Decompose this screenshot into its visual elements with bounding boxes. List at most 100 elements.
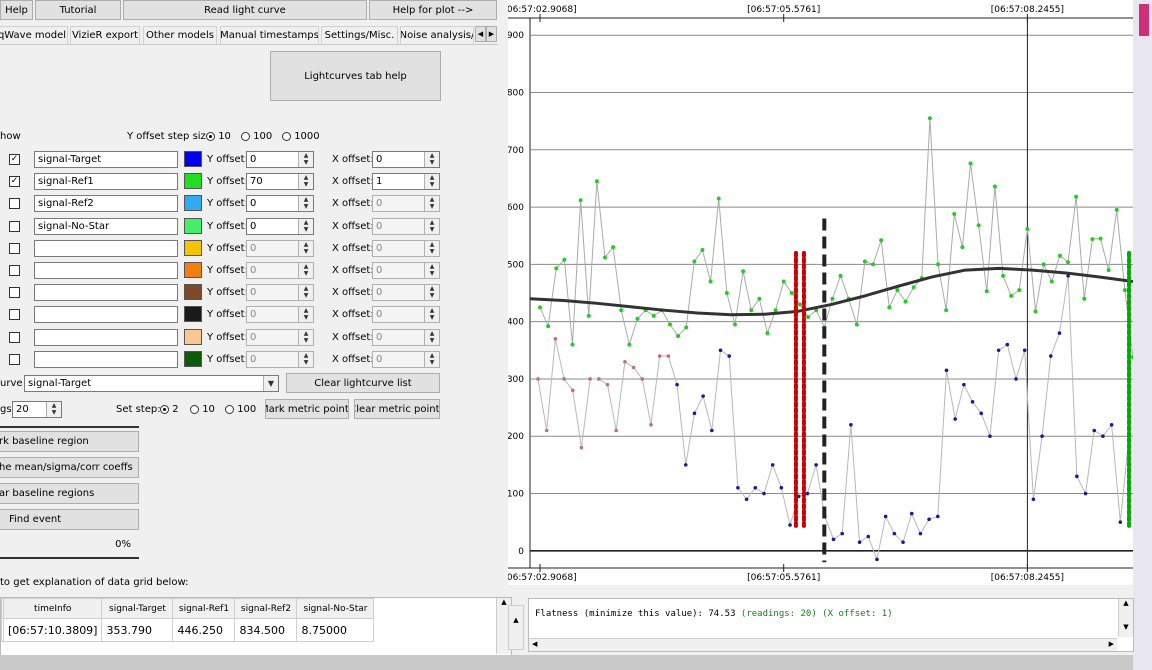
stepper-arrows-icon[interactable]: ▲ ▼ <box>298 174 313 189</box>
tab-qwave-model[interactable]: qWave model <box>0 26 68 44</box>
curve-show-checkbox[interactable] <box>9 198 20 209</box>
stepper-arrows-icon[interactable]: ▲ ▼ <box>298 307 313 322</box>
stepper-arrows-icon[interactable]: ▲ ▼ <box>298 241 313 256</box>
curve-show-checkbox[interactable]: ✓ <box>9 154 20 165</box>
column-header[interactable]: signal-Target <box>101 598 174 619</box>
clear-metric-points-button[interactable]: Clear metric points <box>354 399 440 419</box>
scroll-left-icon[interactable]: ◀ <box>532 640 537 648</box>
stepper-arrows-icon[interactable]: ▲ ▼ <box>424 152 439 167</box>
flatness-output[interactable]: Flatness (minimize this value): 74.53 (r… <box>528 598 1134 652</box>
grid-cell[interactable]: 446.250 <box>172 618 236 642</box>
table-row[interactable]: [06:57:10.3809] 353.790 446.250 834.500 … <box>1 618 375 642</box>
read-light-curve-button[interactable]: Read light curve <box>123 0 367 20</box>
stepper-arrows-icon[interactable]: ▲ ▼ <box>424 352 439 367</box>
stepper-arrows-icon[interactable]: ▲ ▼ <box>46 402 61 417</box>
y-offset-stepper[interactable]: 0 ▲ ▼ <box>246 218 314 235</box>
stepper-arrows-icon[interactable]: ▲ ▼ <box>298 330 313 345</box>
curve-show-checkbox[interactable] <box>9 332 20 343</box>
curve-show-checkbox[interactable] <box>9 309 20 320</box>
vertical-scrollbar[interactable]: ▲ <box>508 605 524 650</box>
data-grid[interactable]: timeInfo signal-Target signal-Ref1 signa… <box>0 597 512 657</box>
find-event-button[interactable]: Find event <box>0 509 139 530</box>
tab-settings-misc[interactable]: Settings/Misc. <box>321 26 398 44</box>
x-offset-stepper[interactable]: 0 ▲ ▼ <box>372 351 440 368</box>
step-100-radio[interactable]: 100 <box>241 131 272 142</box>
y-offset-stepper[interactable]: 70 ▲ ▼ <box>246 173 314 190</box>
grid-cell[interactable]: 8.75000 <box>296 618 375 642</box>
curve-color-swatch[interactable] <box>184 240 202 256</box>
grid-cell[interactable]: [06:57:10.3809] <box>2 618 103 642</box>
tab-other-models[interactable]: Other models <box>143 26 217 44</box>
stepper-arrows-icon[interactable]: ▲ ▼ <box>298 263 313 278</box>
stepper-arrows-icon[interactable]: ▲ ▼ <box>424 219 439 234</box>
stepper-arrows-icon[interactable]: ▲ ▼ <box>424 307 439 322</box>
curve-name-field[interactable] <box>34 284 178 301</box>
curve-name-field[interactable] <box>34 306 178 323</box>
x-offset-stepper[interactable]: 0 ▲ ▼ <box>372 262 440 279</box>
x-offset-stepper[interactable]: 0 ▲ ▼ <box>372 284 440 301</box>
scroll-down-icon[interactable]: ▼ <box>1119 623 1133 631</box>
stepper-arrows-icon[interactable]: ▲ ▼ <box>424 174 439 189</box>
curve-color-swatch[interactable] <box>184 151 202 167</box>
mark-metric-points-button[interactable]: Mark metric points <box>265 399 349 419</box>
tutorial-button[interactable]: Tutorial <box>35 0 121 20</box>
x-offset-stepper[interactable]: 0 ▲ ▼ <box>372 218 440 235</box>
mark-baseline-region-button[interactable]: rk baseline region <box>0 431 139 452</box>
lightcurves-tab-help-button[interactable]: Lightcurves tab help <box>270 51 441 101</box>
plot-panel[interactable]: 0 100 200 300 400 500 600 700 800 900 [06:57:02.90… <box>508 0 1133 585</box>
help-for-plot-button[interactable]: Help for plot --> <box>369 0 497 20</box>
y-offset-stepper[interactable]: 0 ▲ ▼ <box>246 240 314 257</box>
curve-show-checkbox[interactable] <box>9 354 20 365</box>
curve-color-swatch[interactable] <box>184 195 202 211</box>
column-header[interactable]: signal-Ref1 <box>172 598 236 619</box>
stepper-arrows-icon[interactable]: ▲ ▼ <box>424 241 439 256</box>
curve-name-field[interactable]: signal-Ref1 <box>34 173 178 190</box>
x-offset-stepper[interactable]: 0 ▲ ▼ <box>372 240 440 257</box>
set-step-10-radio[interactable]: 10 <box>190 404 215 415</box>
scroll-up-icon[interactable]: ▲ <box>509 616 523 624</box>
curve-color-swatch[interactable] <box>184 284 202 300</box>
stepper-arrows-icon[interactable]: ▲ ▼ <box>298 196 313 211</box>
scroll-right-icon[interactable]: ▶ <box>1109 640 1114 648</box>
tab-scroll-left-icon[interactable]: ◀ <box>475 26 486 42</box>
y-offset-stepper[interactable]: 0 ▲ ▼ <box>246 329 314 346</box>
stepper-arrows-icon[interactable]: ▲ ▼ <box>424 330 439 345</box>
curve-color-swatch[interactable] <box>184 173 202 189</box>
step-10-radio[interactable]: 10 <box>206 131 231 142</box>
tab-scroll-right-icon[interactable]: ▶ <box>486 26 497 42</box>
x-offset-stepper[interactable]: 1 ▲ ▼ <box>372 173 440 190</box>
mean-sigma-corr-button[interactable]: he mean/sigma/corr coeffs <box>0 457 139 478</box>
y-offset-stepper[interactable]: 0 ▲ ▼ <box>246 284 314 301</box>
curve-show-checkbox[interactable] <box>9 221 20 232</box>
curve-show-checkbox[interactable] <box>9 287 20 298</box>
readings-stepper[interactable]: 20 ▲ ▼ <box>12 401 62 418</box>
set-step-2-radio[interactable]: 2 <box>160 404 179 415</box>
vertical-scrollbar[interactable]: ▲ ▼ <box>1118 599 1133 637</box>
curve-name-field[interactable] <box>34 240 178 257</box>
curve-name-field[interactable] <box>34 329 178 346</box>
x-offset-stepper[interactable]: 0 ▲ ▼ <box>372 151 440 168</box>
lightcurve-plot[interactable]: 0 100 200 300 400 500 600 700 800 900 [06:57:02.90… <box>508 0 1133 585</box>
y-offset-stepper[interactable]: 0 ▲ ▼ <box>246 351 314 368</box>
curve-select[interactable]: signal-Target ▼ <box>24 375 279 392</box>
stepper-arrows-icon[interactable]: ▲ ▼ <box>298 285 313 300</box>
scroll-up-icon[interactable]: ▲ <box>1119 599 1133 607</box>
clear-lightcurve-list-button[interactable]: Clear lightcurve list <box>286 373 440 393</box>
stepper-arrows-icon[interactable]: ▲ ▼ <box>298 352 313 367</box>
curve-color-swatch[interactable] <box>184 306 202 322</box>
grid-cell[interactable]: 353.790 <box>101 618 174 642</box>
stepper-arrows-icon[interactable]: ▲ ▼ <box>298 219 313 234</box>
curve-color-swatch[interactable] <box>184 262 202 278</box>
x-offset-stepper[interactable]: 0 ▲ ▼ <box>372 306 440 323</box>
y-offset-stepper[interactable]: 0 ▲ ▼ <box>246 151 314 168</box>
column-header[interactable]: timeInfo <box>2 598 103 619</box>
step-1000-radio[interactable]: 1000 <box>282 131 320 142</box>
curve-show-checkbox[interactable] <box>9 265 20 276</box>
horizontal-scrollbar[interactable]: ◀ ▶ <box>529 638 1117 651</box>
tab-manual-timestamps[interactable]: Manual timestamps <box>220 26 319 44</box>
column-header[interactable]: signal-No-Star <box>296 598 375 619</box>
curve-name-field[interactable] <box>34 262 178 279</box>
stepper-arrows-icon[interactable]: ▲ ▼ <box>424 196 439 211</box>
curve-show-checkbox[interactable]: ✓ <box>9 176 20 187</box>
curve-color-swatch[interactable] <box>184 329 202 345</box>
